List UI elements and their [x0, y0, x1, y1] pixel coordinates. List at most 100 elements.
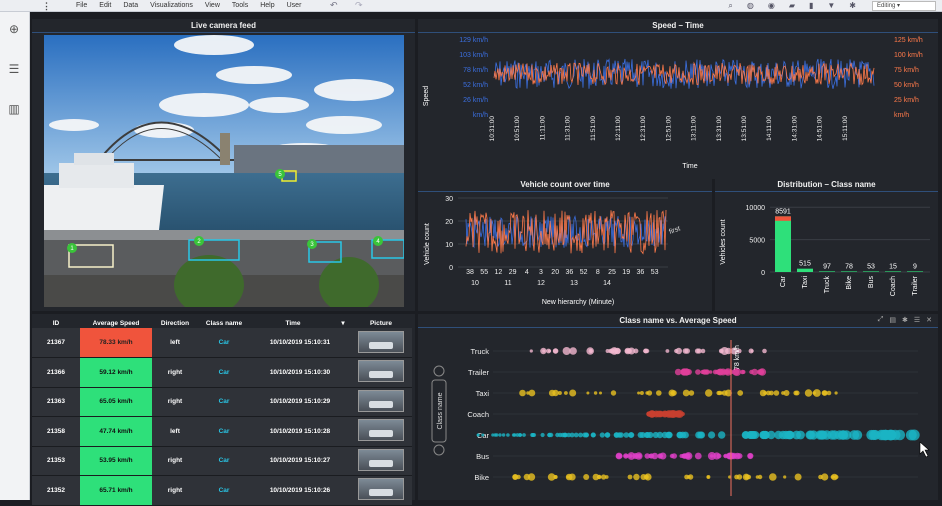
add-icon[interactable]: ⊕ [7, 22, 21, 36]
undo-icon[interactable]: ↶ [330, 0, 338, 11]
share-icon[interactable]: ◉ [768, 1, 775, 11]
col-id[interactable]: ID [32, 318, 80, 328]
vehicle-thumbnail[interactable] [358, 360, 404, 383]
left-tick-label: 26 km/h [463, 97, 488, 104]
table-row[interactable]: 21353 53.95 km/h right Car 10/10/2019 15… [32, 446, 412, 476]
scatter-point [831, 473, 838, 481]
cell-time: 10/10/2019 15:10:28 [250, 416, 350, 447]
bookmark-icon[interactable]: ▮ [809, 1, 813, 11]
list-icon[interactable]: ☰ [914, 316, 920, 324]
scatter-point [685, 369, 692, 375]
menu-file[interactable]: File [76, 2, 87, 9]
menu-help[interactable]: Help [260, 2, 274, 9]
expand-icon[interactable]: ⤢ [878, 316, 884, 324]
gear-icon[interactable]: ✱ [849, 1, 856, 11]
close-icon[interactable]: ✕ [926, 316, 932, 324]
time-tick-label: 13:11:00 [691, 116, 698, 141]
globe-icon[interactable]: ◍ [747, 1, 754, 11]
data-icon[interactable]: ☰ [7, 62, 21, 76]
minute-tick-label: 8 [596, 269, 600, 276]
distribution-bar-chart[interactable]: Vehicles count 0 5000 10000 8591 Car 515 Taxi… [715, 192, 938, 310]
scatter-point [569, 389, 577, 397]
scatter-point [644, 453, 651, 459]
scatter-point [804, 389, 813, 397]
cell-direction: right [152, 387, 198, 417]
scatter-point [501, 433, 506, 437]
scatter-point [723, 454, 727, 458]
col-average-speed[interactable]: Average Speed [80, 318, 152, 328]
menu-visualizations[interactable]: Visualizations [150, 2, 193, 9]
zoom-out-icon[interactable] [433, 444, 445, 456]
scatter-point [821, 473, 829, 481]
count-tick-label: 0 [449, 265, 453, 272]
scatter-point [526, 391, 530, 395]
filter-icon[interactable]: ▼ [827, 1, 835, 11]
cell-id: 21366 [32, 357, 80, 388]
count-series [465, 209, 667, 255]
settings-icon[interactable]: ✱ [902, 316, 908, 324]
table-icon[interactable]: ▤ [889, 316, 896, 324]
scatter-point [760, 370, 764, 374]
toolbar-icons: ⌕ ◍ ◉ ▰ ▮ ▼ ✱ [728, 1, 856, 11]
panel-tools: ⤢ ▤ ✱ ☰ ✕ [878, 316, 932, 324]
vehicle-thumbnail[interactable] [358, 478, 404, 501]
speed-series [493, 58, 875, 89]
menu-user[interactable]: User [287, 2, 302, 9]
bar-taxi [797, 268, 813, 272]
scatter-point [822, 390, 828, 396]
scatter-point [648, 410, 656, 418]
time-axis-ticks: 10:31:00 10:51:00 11:11:00 11:31:00 11:51:00… [489, 116, 849, 142]
table-row[interactable]: 21363 65.05 km/h right Car 10/10/2019 15… [32, 387, 412, 417]
left-tick-label: km/h [473, 112, 488, 119]
cell-direction: left [152, 328, 198, 358]
col-direction[interactable]: Direction [152, 318, 198, 328]
scatter-point [546, 348, 551, 354]
chart-icon[interactable]: ▥ [7, 102, 21, 116]
menu-tools[interactable]: Tools [232, 2, 248, 9]
left-tick-label: 52 km/h [463, 82, 488, 89]
speed-time-chart[interactable]: Speed Time 129 km/h 103 km/h 78 km/h 52 km/… [418, 34, 938, 178]
scatter-point [716, 368, 724, 376]
scatter-point [783, 475, 787, 479]
col-class-name[interactable]: Class name [198, 318, 250, 328]
menu-data[interactable]: Data [123, 2, 138, 9]
right-tick-label: 50 km/h [894, 82, 919, 89]
mode-select[interactable]: Editing ▾ [872, 1, 936, 11]
table-row[interactable]: 21366 59.12 km/h right Car 10/10/2019 15… [32, 357, 412, 388]
panel-title-distribution: Distribution – Class name [777, 180, 876, 189]
bar-value-label: 53 [867, 263, 875, 270]
scatter-point [542, 349, 546, 353]
search-icon[interactable]: ⌕ [728, 1, 732, 11]
table-row[interactable]: 21367 78.33 km/h left Car 10/10/2019 15:… [32, 328, 412, 358]
table-row[interactable]: 21358 47.74 km/h left Car 10/10/2019 15:… [32, 416, 412, 447]
vehicle-thumbnail[interactable] [358, 389, 404, 412]
scatter-point [774, 430, 783, 440]
zoom-in-icon[interactable] [433, 365, 445, 377]
vehicle-thumbnail[interactable] [358, 419, 404, 442]
scatter-point [522, 433, 526, 437]
scatter-point [583, 474, 590, 480]
vehicle-thumbnail[interactable] [358, 330, 404, 353]
class-speed-scatter[interactable]: Class name TruckTrailerTaxiCoachCarBusBi… [418, 330, 938, 500]
col-time[interactable]: Time [250, 318, 336, 328]
scatter-point [627, 474, 633, 480]
table-row[interactable]: 21352 65.71 km/h right Car 10/10/2019 15… [32, 475, 412, 506]
minute-tick-label: 12 [495, 269, 503, 276]
col-picture[interactable]: Picture [350, 318, 412, 328]
col-sort-icon[interactable]: ▾ [336, 318, 350, 328]
more-menu-icon[interactable]: ⋮ [42, 1, 51, 12]
cell-direction: right [152, 475, 198, 506]
scatter-point [655, 410, 663, 418]
vehicle-count-chart[interactable]: Vehicle count New hierarchy (Minute) 302… [418, 192, 712, 310]
comment-icon[interactable]: ▰ [789, 1, 795, 11]
minute-tick-label: 36 [566, 269, 574, 276]
scatter-point [573, 432, 579, 438]
count-axis-title: Vehicle count [424, 223, 431, 265]
redo-icon[interactable]: ↷ [355, 0, 363, 11]
scatter-point [506, 433, 510, 437]
menu-view[interactable]: View [205, 2, 220, 9]
menu-edit[interactable]: Edit [99, 2, 111, 9]
camera-feed[interactable]: 1 2 3 4 5 [44, 35, 404, 307]
vehicle-thumbnail[interactable] [358, 448, 404, 471]
scatter-point [705, 389, 713, 397]
